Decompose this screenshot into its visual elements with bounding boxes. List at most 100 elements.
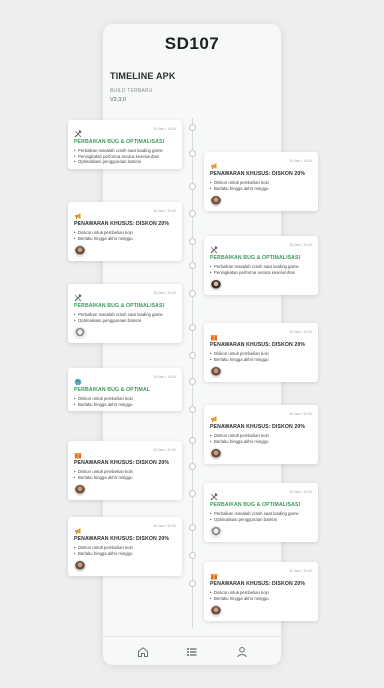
card-date: 30 Jan / 11:00: [153, 127, 176, 131]
timeline-dot: [189, 580, 196, 587]
timeline-dot: [189, 524, 196, 531]
card-date: 20 Jan / 11:00: [153, 448, 176, 452]
timeline-card[interactable]: 18 Jan / 11:00 PERBAIKAN BUG & OPTIMAL Dis…: [68, 368, 182, 412]
card-date: 30 Jan / 11:00: [289, 490, 312, 494]
timeline-card[interactable]: 30 Jan / 11:00 PERBAIKAN BUG & OPTIMALISA…: [204, 236, 318, 296]
avatar: [210, 526, 222, 539]
megaphone-icon: [210, 157, 218, 169]
timeline-dot: [189, 262, 196, 269]
card-bullet-list: Diskon untuk pembelian koinBerlaku hingg…: [74, 469, 176, 480]
build-label: BUILD TERBARU: [110, 88, 153, 94]
card-date: 30 Jan / 11:00: [153, 291, 176, 295]
avatar: [74, 327, 86, 340]
timeline-dot: [189, 210, 196, 217]
avatar: [74, 560, 86, 573]
card-bullet-item: Optimalisasi penggunaan baterai: [74, 318, 176, 324]
timeline-card[interactable]: 30 Jan / 11:00 PENAWARAN KHUSUS: DISKON 2…: [68, 202, 182, 262]
timeline-dot: [189, 463, 196, 470]
globe-icon: [74, 373, 82, 386]
avatar: [210, 195, 222, 208]
timeline-card[interactable]: 30 Jan / 11:00 PERBAIKAN BUG & OPTIMALISA…: [204, 483, 318, 543]
card-bullet-item: Berlaku hingga akhir minggu: [74, 402, 176, 408]
gift-icon: [74, 446, 82, 459]
card-bullet-item: Optimalisasi penggunaan baterai: [74, 159, 176, 165]
hammer-wrench-icon: [74, 125, 82, 138]
card-bullet-item: Berlaku hingga akhir minggu: [210, 186, 312, 192]
timeline-dot: [189, 150, 196, 157]
timeline-card[interactable]: 30 Jan / 11:00 PERBAIKAN BUG & OPTIMALISA…: [68, 284, 182, 344]
card-date: 30 Jan / 11:00: [289, 412, 312, 416]
card-title: PENAWARAN KHUSUS: DISKON 20%: [74, 221, 170, 227]
card-title: PENAWARAN KHUSUS: DISKON 20%: [74, 536, 170, 542]
card-date: 30 Jan / 11:00: [289, 330, 312, 334]
card-date: 18 Jan / 11:00: [153, 375, 176, 379]
gift-icon: [210, 567, 218, 580]
card-bullet-item: Berlaku hingga akhir minggu: [74, 475, 176, 481]
card-bullet-list: Perbaikan masalah crash saat loading gam…: [210, 511, 312, 522]
timeline-dot: [189, 406, 196, 413]
card-date: 30 Jan / 11:00: [153, 524, 176, 528]
card-bullet-item: Berlaku hingga akhir minggu: [210, 357, 312, 363]
card-bullet-list: Diskon untuk pembelian koinBerlaku hingg…: [74, 396, 176, 407]
timeline-dot: [189, 490, 196, 497]
timeline-dot: [189, 124, 196, 131]
timeline-dot: [189, 290, 196, 297]
hammer-wrench-icon: [74, 289, 82, 302]
card-title: PERBAIKAN BUG & OPTIMALISASI: [210, 255, 301, 261]
timeline-dot: [189, 552, 196, 559]
card-bullet-item: Berlaku hingga akhir minggu: [74, 551, 176, 557]
card-bullet-list: Perbaikan masalah crash saat loading gam…: [74, 312, 176, 323]
card-bullet-item: Optimalisasi penggunaan baterai: [210, 517, 312, 523]
avatar: [210, 448, 222, 461]
card-title: PENAWARAN KHUSUS: DISKON 20%: [210, 424, 306, 430]
card-bullet-list: Diskon untuk pembelian koinBerlaku hingg…: [74, 545, 176, 556]
avatar: [210, 366, 222, 379]
megaphone-icon: [74, 522, 82, 534]
timeline-card[interactable]: 30 Jan / 11:00 PENAWARAN KHUSUS: DISKON 2…: [204, 405, 318, 465]
card-date: 30 Jan / 11:00: [289, 243, 312, 247]
card-bullet-list: Diskon untuk pembelian koinBerlaku hingg…: [210, 351, 312, 362]
card-title: PERBAIKAN BUG & OPTIMAL: [74, 387, 151, 393]
card-bullet-list: Diskon untuk pembelian koinBerlaku hingg…: [210, 433, 312, 444]
card-bullet-list: Perbaikan masalah crash saat loading gam…: [74, 148, 176, 165]
avatar: [210, 605, 222, 618]
card-title: PERBAIKAN BUG & OPTIMALISASI: [74, 139, 165, 145]
card-title: PERBAIKAN BUG & OPTIMALISASI: [74, 303, 165, 309]
timeline-card[interactable]: 30 Jan / 11:00 PERBAIKAN BUG & OPTIMALISA…: [68, 120, 182, 169]
hammer-wrench-icon: [210, 488, 218, 501]
card-title: PENAWARAN KHUSUS: DISKON 20%: [210, 171, 306, 177]
home-icon[interactable]: [136, 645, 150, 659]
timeline-dot: [189, 183, 196, 190]
timeline-card[interactable]: 30 Jan / 11:00 PENAWARAN KHUSUS: DISKON 2…: [68, 517, 182, 577]
card-title: PENAWARAN KHUSUS: DISKON 20%: [210, 581, 306, 587]
card-bullet-list: Diskon untuk pembelian koinBerlaku hingg…: [74, 230, 176, 241]
timeline-dot: [189, 437, 196, 444]
timeline-card[interactable]: 30 Jan / 11:00 PENAWARAN KHUSUS: DISKON 2…: [204, 323, 318, 383]
card-title: PERBAIKAN BUG & OPTIMALISASI: [210, 502, 301, 508]
card-title: PENAWARAN KHUSUS: DISKON 20%: [74, 460, 170, 466]
timeline-card[interactable]: 30 Jan / 11:00 PENAWARAN KHUSUS: DISKON 2…: [204, 152, 318, 212]
card-bullet-item: Berlaku hingga akhir minggu: [210, 439, 312, 445]
card-title: PENAWARAN KHUSUS: DISKON 20%: [210, 342, 306, 348]
timeline-dot: [189, 324, 196, 331]
card-bullet-list: Diskon untuk pembelian koinBerlaku hingg…: [210, 590, 312, 601]
timeline-card[interactable]: 20 Jan / 11:00 PENAWARAN KHUSUS: DISKON 2…: [68, 441, 182, 501]
list-icon[interactable]: [185, 645, 199, 659]
timeline-card[interactable]: 10 Jan / 11:00 PENAWARAN KHUSUS: DISKON 2…: [204, 562, 318, 622]
card-date: 30 Jan / 11:00: [153, 209, 176, 213]
profile-icon[interactable]: [235, 645, 249, 659]
app-title: SD107: [164, 34, 220, 53]
card-bullet-list: Perbaikan masalah crash saat loading gam…: [210, 264, 312, 275]
megaphone-icon: [210, 410, 218, 422]
bottom-nav: [103, 636, 281, 665]
card-date: 10 Jan / 11:00: [289, 569, 312, 573]
timeline-dot: [189, 378, 196, 385]
timeline-dot: [189, 238, 196, 245]
megaphone-icon: [74, 207, 82, 219]
hammer-wrench-icon: [210, 241, 218, 254]
timeline-dot: [189, 352, 196, 359]
avatar: [74, 245, 86, 258]
page-heading: TIMELINE APK: [110, 71, 176, 81]
card-bullet-item: Berlaku hingga akhir minggu: [210, 596, 312, 602]
gift-icon: [210, 328, 218, 341]
